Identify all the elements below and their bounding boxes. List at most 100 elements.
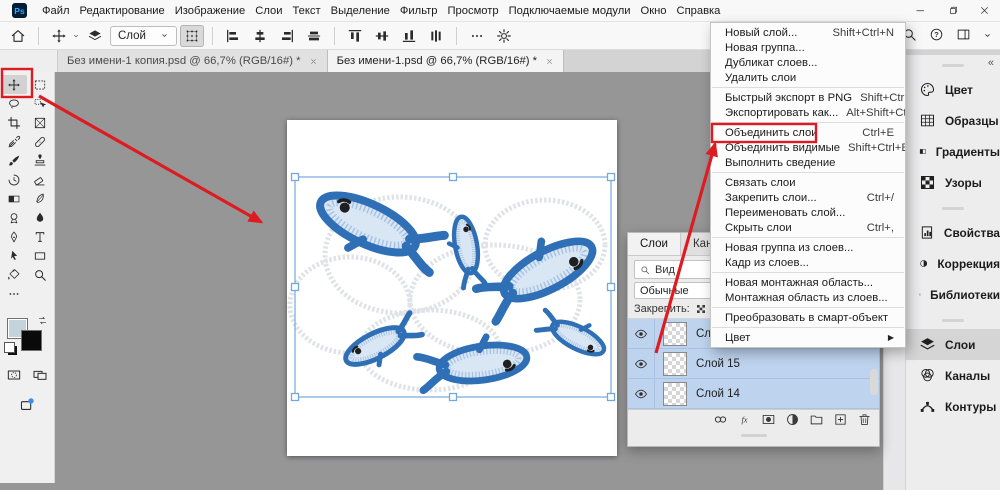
screen-mode-button[interactable] [32,367,48,386]
context-menu-item-11[interactable]: Переименовать слой... [711,205,905,220]
close-button[interactable] [968,0,1000,21]
brush-tool[interactable] [1,151,27,170]
dock-item-цвет[interactable]: Цвет [906,74,1000,105]
auto-select-icon[interactable] [83,25,107,47]
align-right-button[interactable] [275,25,299,47]
tool-target-dropdown[interactable]: Слой [110,26,177,46]
layers-scrollbar[interactable] [870,369,878,395]
align-vertical-centers-button[interactable] [370,25,394,47]
layer-visibility-toggle[interactable] [628,319,655,348]
dock-item-каналы[interactable]: Каналы [906,360,1000,391]
layer-row-2[interactable]: Слой 14 [628,379,879,409]
menubar-item-7[interactable]: Просмотр [443,5,504,17]
maximize-button[interactable] [936,0,968,21]
context-menu-item-4[interactable]: Быстрый экспорт в PNGShift+Ctrl+' [711,90,905,105]
path-selection-tool[interactable] [1,246,27,265]
distribute-horizontal-button[interactable] [302,25,326,47]
type-tool[interactable] [27,227,53,246]
pen-tool[interactable] [1,227,27,246]
crop-tool[interactable] [1,113,27,132]
layers-panel-tab-0[interactable]: Слои [628,233,681,255]
dock-item-контуры[interactable]: Контуры [906,391,1000,422]
marquee-tool[interactable] [27,75,53,94]
frame-tool[interactable] [27,113,53,132]
layer-style-icon[interactable]: fx [737,412,752,430]
blur-tool[interactable] [27,208,53,227]
new-group-icon[interactable] [809,412,824,430]
background-color-swatch[interactable] [21,330,42,351]
document-tab-0[interactable]: Без имени-1 копия.psd @ 66,7% (RGB/16#) … [58,50,328,72]
dock-item-коррекция[interactable]: Коррекция [906,248,1000,279]
menubar-item-4[interactable]: Текст [287,5,325,17]
gradient-tool[interactable] [1,189,27,208]
workspace-switcher-button[interactable] [956,27,971,45]
context-menu-item-13[interactable]: Новая группа из слоев... [711,240,905,255]
align-top-button[interactable] [343,25,367,47]
context-menu-item-8[interactable]: Выполнить сведение [711,155,905,170]
link-layers-icon[interactable] [713,412,728,430]
eyedropper-tool[interactable] [1,132,27,151]
eraser-tool[interactable] [27,170,53,189]
smudge-tool[interactable] [27,189,53,208]
layer-visibility-toggle[interactable] [628,349,655,378]
layer-thumbnail[interactable] [663,352,687,376]
context-menu-item-9[interactable]: Связать слои [711,175,905,190]
home-button[interactable] [6,25,30,47]
context-menu-item-10[interactable]: Закрепить слои...Ctrl+/ [711,190,905,205]
tab-close-icon[interactable] [545,57,554,66]
adjustment-layer-icon[interactable] [785,412,800,430]
paint-bucket-tool[interactable] [1,265,27,284]
layer-row-1[interactable]: Слой 15 [628,349,879,379]
menubar-item-5[interactable]: Выделение [326,5,395,17]
menubar-item-8[interactable]: Подключаемые модули [504,5,636,17]
checker-icon[interactable] [695,303,707,315]
zoom-tool[interactable] [27,265,53,284]
panel-resize-grip[interactable] [628,432,879,438]
dock-item-свойства[interactable]: Свойства [906,217,1000,248]
layer-thumbnail[interactable] [663,382,687,406]
context-menu-item-0[interactable]: Новый слой...Shift+Ctrl+N [711,25,905,40]
context-menu-item-12[interactable]: Скрыть слоиCtrl+, [711,220,905,235]
quick-mask-button[interactable] [6,367,22,386]
swap-colors-icon[interactable] [37,315,48,326]
share-image-button[interactable] [19,396,36,416]
move-tool-indicator[interactable] [47,25,71,47]
delete-layer-icon[interactable] [857,412,872,430]
move-tool[interactable] [1,75,27,94]
dodge-tool[interactable] [1,208,27,227]
new-layer-icon[interactable] [833,412,848,430]
dock-item-узоры[interactable]: Узоры [906,167,1000,198]
context-menu-item-7[interactable]: Объединить видимыеShift+Ctrl+E [711,140,905,155]
context-menu-item-1[interactable]: Новая группа... [711,40,905,55]
collapse-dock-icon[interactable]: « [988,57,994,69]
context-menu-item-3[interactable]: Удалить слои [711,70,905,85]
tab-close-icon[interactable] [309,57,318,66]
history-brush-tool[interactable] [1,170,27,189]
layer-mask-icon[interactable] [761,412,776,430]
dock-item-слои[interactable]: Слои [906,329,1000,360]
context-menu-item-14[interactable]: Кадр из слоев... [711,255,905,270]
context-menu-item-6-highlighted[interactable]: Объединить слоиCtrl+E [711,125,905,140]
menubar-item-10[interactable]: Справка [672,5,726,17]
menubar-item-9[interactable]: Окно [636,5,672,17]
dock-item-градиенты[interactable]: Градиенты [906,136,1000,167]
context-menu-item-16[interactable]: Монтажная область из слоев... [711,290,905,305]
more-tools[interactable] [1,284,27,303]
menubar-item-6[interactable]: Фильтр [395,5,443,17]
layer-visibility-toggle[interactable] [628,379,655,408]
object-selection-tool[interactable] [27,94,53,113]
clone-stamp-tool[interactable] [27,151,53,170]
help-button[interactable]: ? [929,27,944,45]
align-left-button[interactable] [221,25,245,47]
context-menu-item-18[interactable]: Цвет▶ [711,330,905,345]
lasso-tool[interactable] [1,94,27,113]
align-settings-button[interactable] [492,25,516,47]
more-align-options-button[interactable] [465,25,489,47]
menubar-item-0[interactable]: Файл [37,5,75,17]
shape-tool[interactable] [27,246,53,265]
minimize-button[interactable] [904,0,936,21]
context-menu-item-15[interactable]: Новая монтажная область... [711,275,905,290]
context-menu-item-17[interactable]: Преобразовать в смарт-объект [711,310,905,325]
distribute-vertical-button[interactable] [424,25,448,47]
context-menu-item-2[interactable]: Дубликат слоев... [711,55,905,70]
